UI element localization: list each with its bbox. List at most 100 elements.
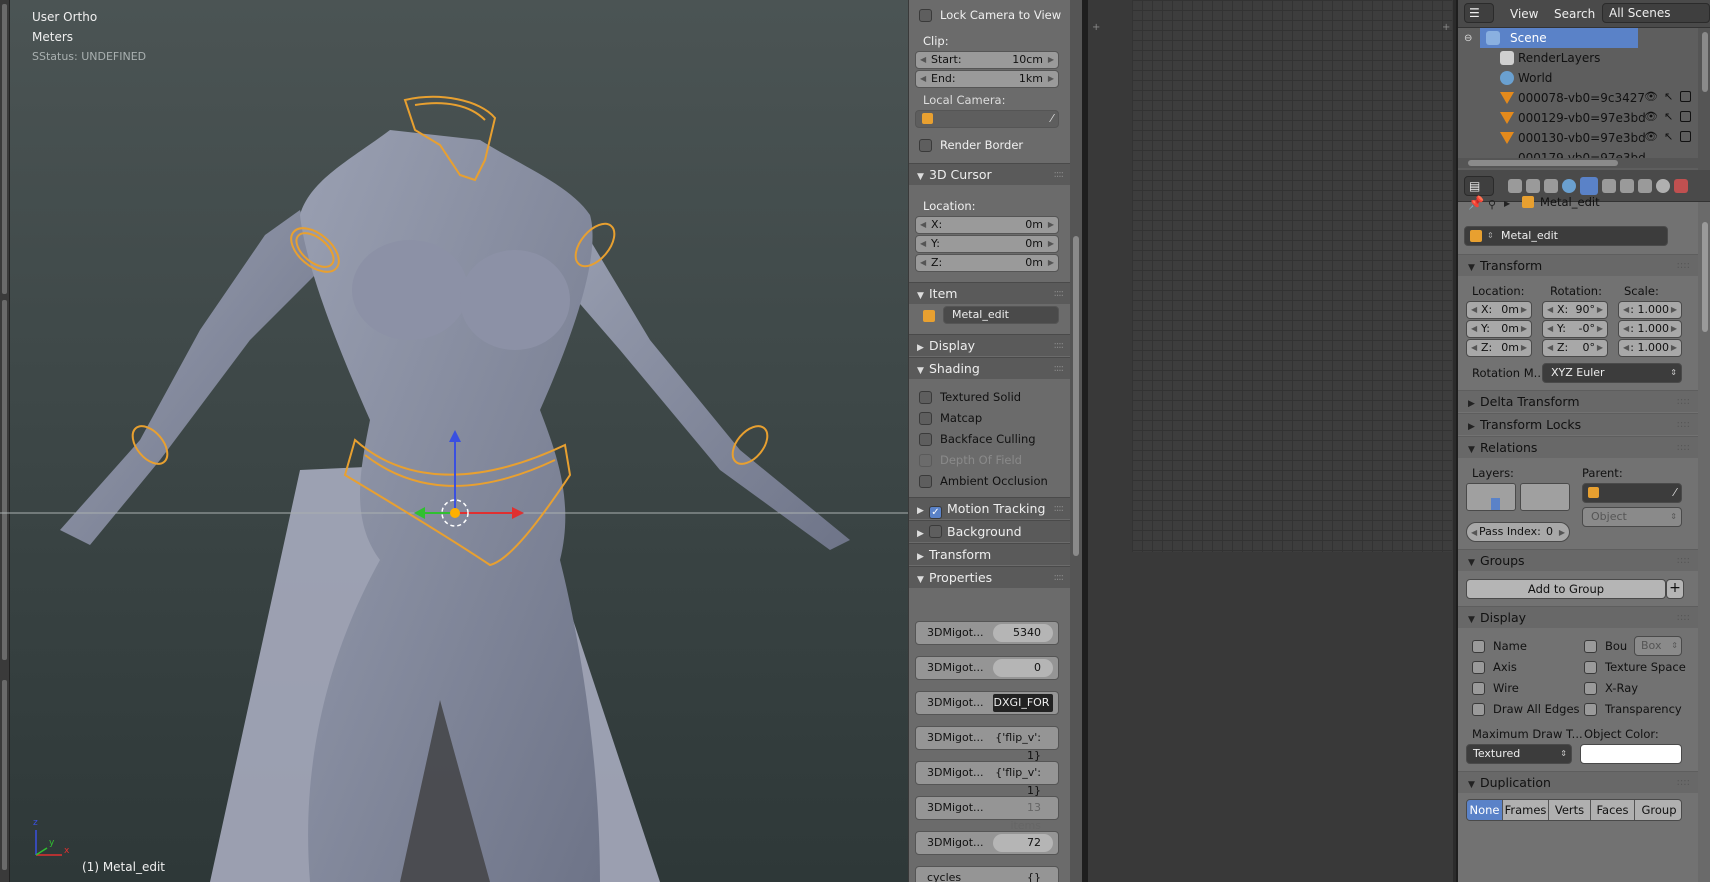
texture-tab-icon[interactable] [1674,179,1688,193]
grip-icon[interactable]: :::: [1677,772,1690,794]
npanel-scrollbar[interactable] [1070,0,1082,882]
duplication-header[interactable]: ▼ Duplication:::: [1458,771,1698,793]
display-axis-checkbox[interactable] [1472,661,1485,674]
outliner-row-world[interactable]: World [1458,68,1698,88]
outliner-row-scene[interactable]: Scene [1480,28,1638,48]
parent-type-select[interactable]: Object ⇕ [1582,507,1682,527]
render-layers-tab-icon[interactable] [1526,179,1540,193]
object-name-field[interactable]: ⇕ Metal_edit [1464,226,1668,246]
bounds-type-select[interactable]: Box ⇕ [1634,636,1682,656]
object-tab-icon[interactable] [1580,177,1598,195]
cursor-x-field[interactable]: ◀ X: 0m ▶ [915,216,1059,234]
editor-type-icon[interactable]: ▤ [1464,176,1494,196]
grip-icon[interactable]: :::: [1677,550,1690,572]
draw-all-edges-checkbox[interactable] [1472,703,1485,716]
custom-property-row[interactable]: 3DMigot... {'flip_v': 1} [915,761,1059,797]
properties-header[interactable]: ▼ Properties:::: [909,566,1070,588]
custom-property-value[interactable]: 5340 [993,624,1053,642]
3d-cursor-header[interactable]: ▼ 3D Cursor:::: [909,163,1070,185]
grip-icon[interactable]: :::: [1677,437,1690,459]
rotation-x-field[interactable]: ◀ X: 90° ▶ [1542,301,1608,319]
select-cursor-icon[interactable]: ↖ [1664,90,1673,103]
constraints-tab-icon[interactable] [1602,179,1616,193]
grip-icon[interactable]: :::: [1054,358,1065,380]
menu-search[interactable]: Search [1554,5,1595,23]
display-bounds-checkbox[interactable] [1584,640,1597,653]
visibility-eye-icon[interactable]: 👁 [1644,110,1658,123]
scale-z-field[interactable]: ◀: 1.000 ▶ [1618,339,1682,357]
pin-icon[interactable]: 📌 [1468,196,1484,211]
transform-header[interactable]: ▼ Transform:::: [1458,254,1698,276]
layers-grid-right[interactable] [1520,483,1570,511]
delta-transform-header[interactable]: ▶ Delta Transform:::: [1458,390,1698,412]
location-y-field[interactable]: ◀ Y: 0m ▶ [1466,320,1532,338]
cursor-y-field[interactable]: ◀ Y: 0m ▶ [915,235,1059,253]
area-join-icon[interactable]: + [1092,22,1100,33]
area-join-icon[interactable]: + [1442,22,1450,33]
scene-tab-icon[interactable] [1544,179,1558,193]
custom-property-row[interactable]: 3DMigot... 0 [915,656,1059,680]
custom-property-value[interactable]: 0 [993,659,1053,677]
item-name-field[interactable]: Metal_edit [943,306,1059,324]
dup-none-button[interactable]: None [1467,800,1503,820]
layers-grid-left[interactable] [1466,483,1516,511]
render-border-checkbox[interactable] [919,139,932,152]
custom-property-row[interactable]: cycles{} [915,866,1059,882]
backface-culling-checkbox[interactable] [919,433,932,446]
ambient-occlusion-checkbox[interactable] [919,475,932,488]
groups-header[interactable]: ▼ Groups:::: [1458,549,1698,571]
collapse-icon[interactable]: ⊖ [1464,33,1472,44]
depth-of-field-checkbox[interactable] [919,454,932,467]
transform-orientations-header[interactable]: ▶Transform Orientations [909,543,1070,586]
max-draw-type-select[interactable]: Textured ⇕ [1466,744,1572,764]
grip-icon[interactable]: :::: [1054,283,1065,305]
relations-header[interactable]: ▼ Relations:::: [1458,436,1698,458]
outliner-row-object[interactable]: 000130-vb0=97e3bd [1458,128,1698,148]
display-header[interactable]: ▶ Display:::: [909,334,1070,356]
object-color-swatch[interactable] [1580,744,1682,764]
render-camera-icon[interactable] [1680,91,1691,102]
motion-tracking-checkbox[interactable]: ✓ [929,506,942,519]
lock-camera-checkbox[interactable] [919,9,932,22]
rotation-y-field[interactable]: ◀ Y: -0° ▶ [1542,320,1608,338]
dup-verts-button[interactable]: Verts [1549,800,1591,820]
grip-icon[interactable]: :::: [1677,255,1690,277]
world-tab-icon[interactable] [1562,179,1576,193]
modifiers-tab-icon[interactable] [1620,179,1634,193]
dup-faces-button[interactable]: Faces [1591,800,1635,820]
background-images-checkbox[interactable] [929,525,942,538]
display-header[interactable]: ▼ Display:::: [1458,606,1698,628]
clip-end-field[interactable]: ◀ End: 1km ▶ [915,70,1059,88]
outliner-hscrollbar[interactable] [1458,158,1698,168]
3d-viewport[interactable]: User Ortho Meters SStatus: UNDEFINED x y… [0,0,908,882]
parent-field[interactable]: ⁄ [1582,483,1682,503]
eyedropper-icon[interactable]: ⁄ [1674,485,1676,501]
texture-space-checkbox[interactable] [1584,661,1597,674]
scale-x-field[interactable]: ◀: 1.000 ▶ [1618,301,1682,319]
display-mode-select[interactable]: All Scenes [1602,3,1710,23]
grid-editor[interactable]: + + [1088,0,1453,882]
grip-icon[interactable]: :::: [1054,164,1065,186]
grip-icon[interactable]: :::: [1677,607,1690,629]
render-tab-icon[interactable] [1508,179,1522,193]
shading-header[interactable]: ▼ Shading:::: [909,357,1070,379]
transparency-checkbox[interactable] [1584,703,1597,716]
custom-property-row[interactable]: 3DMigot... DXGI_FOR [915,691,1059,715]
select-cursor-icon[interactable]: ↖ [1664,110,1673,123]
custom-property-value[interactable]: 72 [993,834,1053,852]
grip-icon[interactable]: :::: [1054,567,1065,589]
custom-property-row[interactable]: 3DMigot... 13 items [915,796,1059,832]
grip-icon[interactable]: :::: [1677,391,1690,413]
grip-icon[interactable]: :::: [1054,498,1065,520]
item-header[interactable]: ▼ Item:::: [909,282,1070,304]
custom-property-row[interactable]: 3DMigot... 5340 [915,621,1059,645]
background-images-header[interactable]: ▶Background Images [909,520,1070,563]
visibility-eye-icon[interactable]: 👁 [1644,90,1658,103]
visibility-eye-icon[interactable]: 👁 [1644,130,1658,143]
location-x-field[interactable]: ◀ X: 0m ▶ [1466,301,1532,319]
dup-frames-button[interactable]: Frames [1503,800,1549,820]
location-z-field[interactable]: ◀ Z: 0m ▶ [1466,339,1532,357]
custom-property-row[interactable]: 3DMigot... {'flip_v': 1} [915,726,1059,762]
editor-type-icon[interactable]: ☰ [1464,3,1494,23]
outliner-row-object[interactable]: 000078-vb0=9c3427 [1458,88,1698,108]
